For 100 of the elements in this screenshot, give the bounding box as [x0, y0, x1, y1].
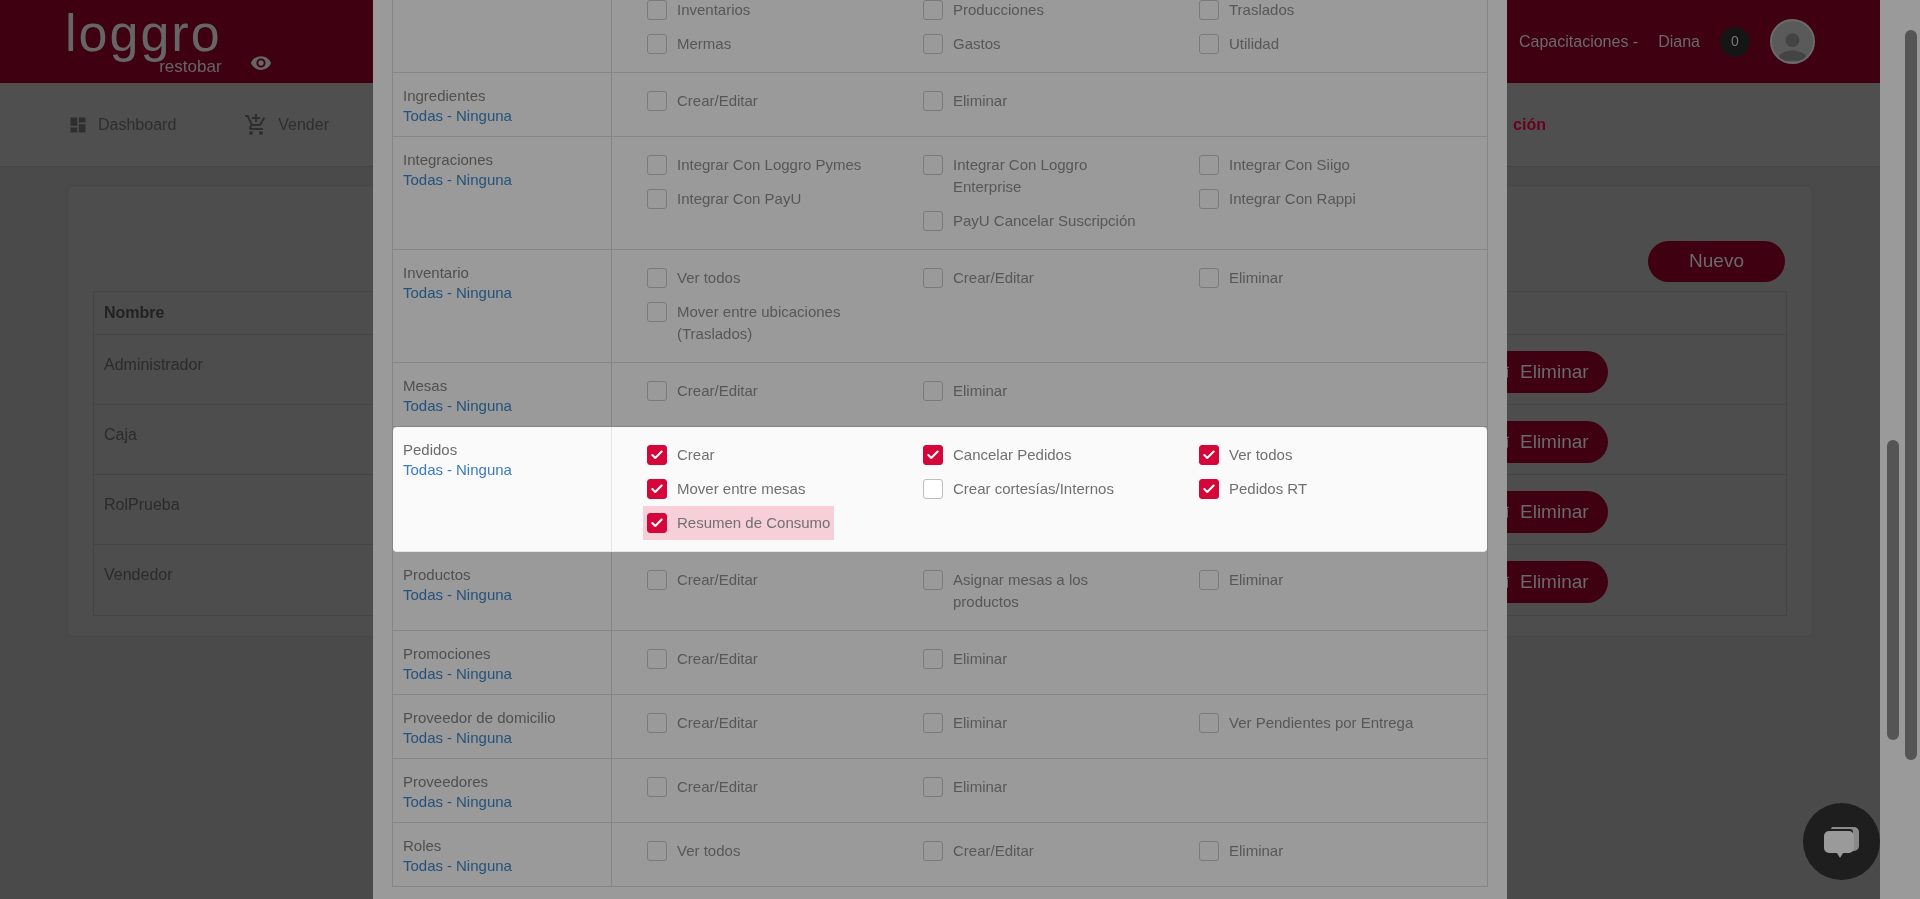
option-label: Eliminar: [953, 381, 1008, 401]
check-icon: [1202, 482, 1216, 496]
avatar[interactable]: [1770, 19, 1815, 64]
checkbox[interactable]: [1199, 479, 1219, 499]
checkbox[interactable]: [647, 479, 667, 499]
link-separator: -: [447, 585, 453, 605]
select-none-link[interactable]: Ninguna: [456, 856, 512, 876]
checkbox[interactable]: [1199, 189, 1219, 209]
option-label: Asignar mesas a los productos: [953, 570, 1090, 612]
option-label: Integrar Con Loggro Pymes: [677, 155, 862, 175]
checkbox[interactable]: [923, 479, 943, 499]
checkbox[interactable]: [1199, 713, 1219, 733]
select-all-link[interactable]: Todas: [403, 396, 444, 416]
select-none-link[interactable]: Ninguna: [456, 283, 512, 303]
permission-group-name: Proveedores: [403, 772, 490, 792]
select-none-link[interactable]: Ninguna: [456, 460, 512, 480]
select-none-link[interactable]: Ninguna: [456, 664, 512, 684]
checkbox[interactable]: [647, 570, 667, 590]
option-label: Crear/Editar: [677, 649, 758, 669]
permission-group-name: Promociones: [403, 644, 492, 664]
select-none-link[interactable]: Ninguna: [456, 106, 512, 126]
select-all-link[interactable]: Todas: [403, 664, 444, 684]
checkbox[interactable]: [647, 189, 667, 209]
option-label: Integrar Con Loggro Enterprise: [953, 155, 1089, 197]
check-icon: [1202, 448, 1216, 462]
checkbox[interactable]: [923, 155, 943, 175]
checkbox[interactable]: [923, 268, 943, 288]
checkbox[interactable]: [647, 777, 667, 797]
select-none-link[interactable]: Ninguna: [456, 585, 512, 605]
option-label: Pedidos RT: [1229, 479, 1308, 499]
checkbox[interactable]: [1199, 841, 1219, 861]
checkbox[interactable]: [647, 381, 667, 401]
checkbox[interactable]: [647, 713, 667, 733]
checkbox[interactable]: [647, 841, 667, 861]
checkbox[interactable]: [647, 91, 667, 111]
option-label: Crear/Editar: [677, 381, 758, 401]
option-label: Crear/Editar: [677, 91, 758, 111]
option-label: Crear/Editar: [677, 777, 758, 797]
checkbox[interactable]: [923, 381, 943, 401]
checkbox[interactable]: [647, 34, 667, 54]
checkbox[interactable]: [1199, 34, 1219, 54]
select-all-link[interactable]: Todas: [403, 283, 444, 303]
checkbox[interactable]: [647, 155, 667, 175]
select-all-link[interactable]: Todas: [403, 728, 444, 748]
link-separator: -: [447, 792, 453, 812]
option-label: Crear cortesías/Internos: [953, 479, 1114, 499]
check-icon: [926, 448, 940, 462]
select-all-link[interactable]: Todas: [403, 170, 444, 190]
option-label: Crear/Editar: [953, 268, 1034, 288]
option-label: Integrar Con Siigo: [1229, 155, 1350, 175]
checkbox[interactable]: [647, 302, 667, 322]
checkbox[interactable]: [923, 570, 943, 590]
select-all-link[interactable]: Todas: [403, 585, 444, 605]
option-label: Ver todos: [1229, 445, 1293, 465]
select-all-link[interactable]: Todas: [403, 792, 444, 812]
scroll-thumb[interactable]: [1887, 440, 1899, 740]
option-label: Utilidad: [1229, 34, 1280, 54]
checkbox[interactable]: [923, 713, 943, 733]
select-all-link[interactable]: Todas: [403, 460, 444, 480]
option-label: Ver Pendientes por Entrega: [1229, 713, 1414, 733]
checkbox[interactable]: [1199, 570, 1219, 590]
select-none-link[interactable]: Ninguna: [456, 396, 512, 416]
checkbox[interactable]: [923, 841, 943, 861]
checkbox[interactable]: [923, 445, 943, 465]
checkbox[interactable]: [923, 91, 943, 111]
checkbox[interactable]: [647, 445, 667, 465]
nav-item[interactable]: ción: [1513, 112, 1546, 137]
checkbox[interactable]: [923, 34, 943, 54]
select-none-link[interactable]: Ninguna: [456, 792, 512, 812]
option-label: Inventarios: [677, 0, 751, 20]
checkbox[interactable]: [923, 649, 943, 669]
checkbox[interactable]: [1199, 155, 1219, 175]
checkbox[interactable]: [647, 0, 667, 20]
scroll-thumb[interactable]: [1905, 30, 1917, 760]
checkbox[interactable]: [923, 0, 943, 20]
user-name: Diana: [1658, 31, 1700, 52]
check-icon: [650, 516, 664, 530]
option-label: PayU Cancelar Suscripción: [953, 211, 1136, 231]
checkbox[interactable]: [1199, 268, 1219, 288]
permission-group-name: Integraciones: [403, 150, 495, 170]
option-label: Ver todos: [677, 268, 741, 288]
select-none-link[interactable]: Ninguna: [456, 170, 512, 190]
select-none-link[interactable]: Ninguna: [456, 728, 512, 748]
check-icon: [650, 482, 664, 496]
option-label: Integrar Con PayU: [677, 189, 802, 209]
new-button[interactable]: Nuevo: [1648, 241, 1785, 282]
option-label: Eliminar: [1229, 570, 1284, 590]
option-label: Eliminar: [953, 713, 1008, 733]
checkbox[interactable]: [647, 513, 667, 533]
select-all-link[interactable]: Todas: [403, 856, 444, 876]
notification-count[interactable]: 0: [1720, 26, 1750, 57]
checkbox[interactable]: [923, 777, 943, 797]
checkbox[interactable]: [1199, 0, 1219, 20]
option-label: Crear/Editar: [953, 841, 1034, 861]
checkbox[interactable]: [647, 649, 667, 669]
select-all-link[interactable]: Todas: [403, 106, 444, 126]
checkbox[interactable]: [1199, 445, 1219, 465]
checkbox[interactable]: [647, 268, 667, 288]
link-separator: -: [447, 460, 453, 480]
checkbox[interactable]: [923, 211, 943, 231]
